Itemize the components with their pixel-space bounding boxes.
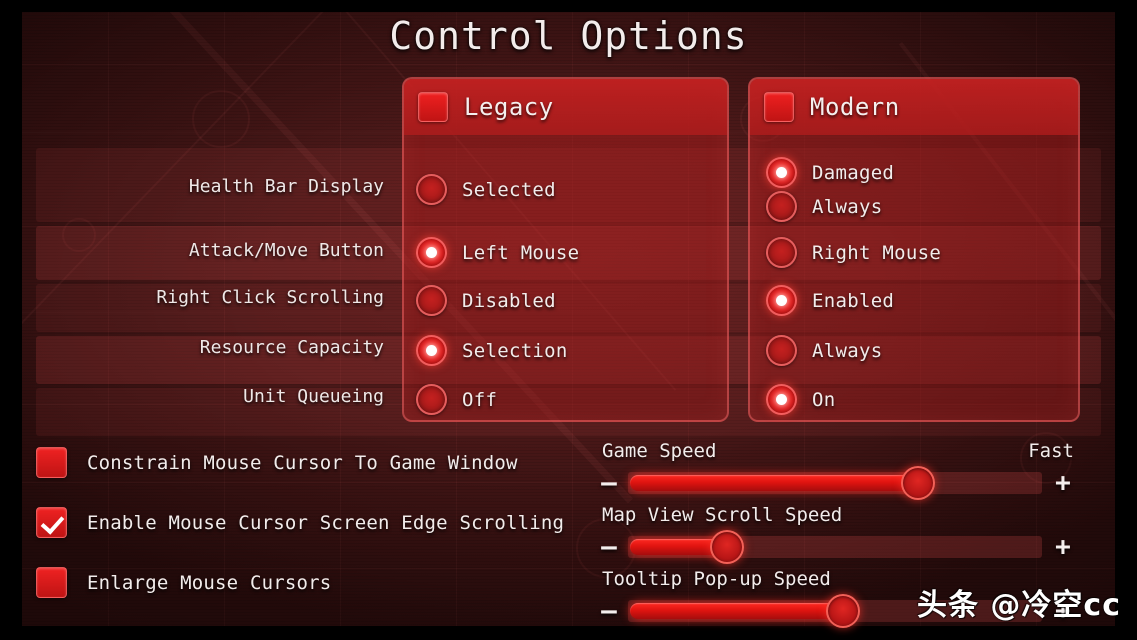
radio-icon[interactable]	[416, 384, 447, 415]
checkbox-row-enable-screen-edge-scrolling[interactable]: Enable Mouse Cursor Screen Edge Scrollin…	[36, 507, 564, 538]
increase-button[interactable]: +	[1050, 470, 1076, 496]
radio-icon[interactable]	[416, 285, 447, 316]
option-legacy-right-click-disabled[interactable]: Disabled	[416, 285, 556, 316]
option-label: Always	[812, 195, 883, 218]
filled-square-icon[interactable]	[764, 92, 794, 122]
option-modern-unit-queueing-on[interactable]: On	[766, 384, 835, 415]
option-modern-resource-capacity-always[interactable]: Always	[766, 335, 882, 366]
option-legacy-unit-queueing-off[interactable]: Off	[416, 384, 497, 415]
option-modern-attack-move-right-mouse[interactable]: Right Mouse	[766, 237, 941, 268]
legacy-column-label: Legacy	[464, 93, 554, 121]
mouse-options-group: Constrain Mouse Cursor To Game Window En…	[0, 432, 580, 632]
game-options-screen: Control Options Health Bar Display Attac…	[0, 0, 1137, 640]
watermark: 头条 @冷空cc	[916, 588, 1121, 623]
legacy-column-panel: Legacy Selected Left Mouse Disabled Sele…	[402, 77, 729, 422]
option-legacy-resource-capacity-selection[interactable]: Selection	[416, 335, 568, 366]
radio-icon[interactable]	[416, 174, 447, 205]
option-modern-health-bar-damaged[interactable]: Damaged	[766, 157, 894, 188]
decrease-button[interactable]: –	[598, 534, 620, 560]
slider-track[interactable]	[628, 466, 1042, 500]
option-legacy-attack-move-left-mouse[interactable]: Left Mouse	[416, 237, 579, 268]
checkbox-row-enlarge-mouse-cursors[interactable]: Enlarge Mouse Cursors	[36, 567, 331, 598]
radio-icon[interactable]	[766, 157, 797, 188]
radio-icon[interactable]	[766, 285, 797, 316]
row-label-unit-queueing: Unit Queueing	[243, 386, 384, 407]
row-label-resource-capacity: Resource Capacity	[199, 337, 384, 358]
slider-knob[interactable]	[900, 466, 935, 500]
radio-icon[interactable]	[416, 335, 447, 366]
slider-title: Map View Scroll Speed	[602, 504, 843, 526]
filled-square-icon[interactable]	[418, 92, 448, 122]
slider-knob[interactable]	[710, 530, 745, 564]
checkbox-label: Constrain Mouse Cursor To Game Window	[87, 451, 518, 474]
settings-matrix: Health Bar Display Attack/Move Button Ri…	[0, 63, 1137, 436]
increase-button[interactable]: +	[1050, 534, 1076, 560]
slider-group-map-view-scroll-speed: Map View Scroll Speed – +	[598, 504, 1076, 564]
option-label: On	[812, 388, 836, 411]
option-label: Selection	[462, 339, 568, 362]
slider-track[interactable]	[628, 530, 1042, 564]
checkbox-icon[interactable]	[36, 507, 67, 538]
radio-icon[interactable]	[766, 384, 797, 415]
checkbox-icon[interactable]	[36, 447, 67, 478]
radio-icon[interactable]	[416, 237, 447, 268]
option-label: Always	[812, 339, 883, 362]
legacy-column-header[interactable]: Legacy	[404, 79, 727, 135]
option-label: Enabled	[812, 289, 895, 312]
page-title: Control Options	[389, 14, 748, 58]
radio-icon[interactable]	[766, 335, 797, 366]
option-modern-health-bar-always[interactable]: Always	[766, 191, 882, 222]
slider-title: Tooltip Pop-up Speed	[602, 568, 831, 590]
option-label: Off	[462, 388, 498, 411]
slider-right-label: Fast	[1028, 440, 1074, 462]
option-modern-right-click-enabled[interactable]: Enabled	[766, 285, 894, 316]
checkbox-label: Enlarge Mouse Cursors	[87, 571, 332, 594]
row-label-right-click-scrolling: Right Click Scrolling	[156, 287, 384, 308]
option-legacy-health-bar-selected[interactable]: Selected	[416, 174, 556, 205]
row-label-health-bar-display: Health Bar Display	[188, 176, 384, 197]
option-label: Disabled	[462, 289, 556, 312]
checkbox-icon[interactable]	[36, 567, 67, 598]
decrease-button[interactable]: –	[598, 598, 620, 624]
slider-knob[interactable]	[826, 594, 861, 628]
modern-column-panel: Modern Damaged Always Right Mouse Enable…	[748, 77, 1080, 422]
modern-column-label: Modern	[810, 93, 900, 121]
slider-title: Game Speed	[602, 440, 717, 462]
checkbox-label: Enable Mouse Cursor Screen Edge Scrollin…	[87, 511, 565, 534]
slider-fill	[630, 475, 918, 491]
option-label: Left Mouse	[462, 241, 580, 264]
slider-fill	[630, 603, 844, 619]
modern-column-header[interactable]: Modern	[750, 79, 1078, 135]
checkbox-row-constrain-mouse-cursor[interactable]: Constrain Mouse Cursor To Game Window	[36, 447, 518, 478]
radio-icon[interactable]	[766, 191, 797, 222]
row-label-attack-move-button: Attack/Move Button	[188, 240, 384, 261]
option-label: Damaged	[812, 161, 895, 184]
option-label: Selected	[462, 178, 556, 201]
settings-labels-column: Health Bar Display Attack/Move Button Ri…	[0, 63, 402, 423]
slider-group-game-speed: Game Speed Fast – +	[598, 440, 1076, 500]
decrease-button[interactable]: –	[598, 470, 620, 496]
radio-icon[interactable]	[766, 237, 797, 268]
option-label: Right Mouse	[812, 241, 942, 264]
